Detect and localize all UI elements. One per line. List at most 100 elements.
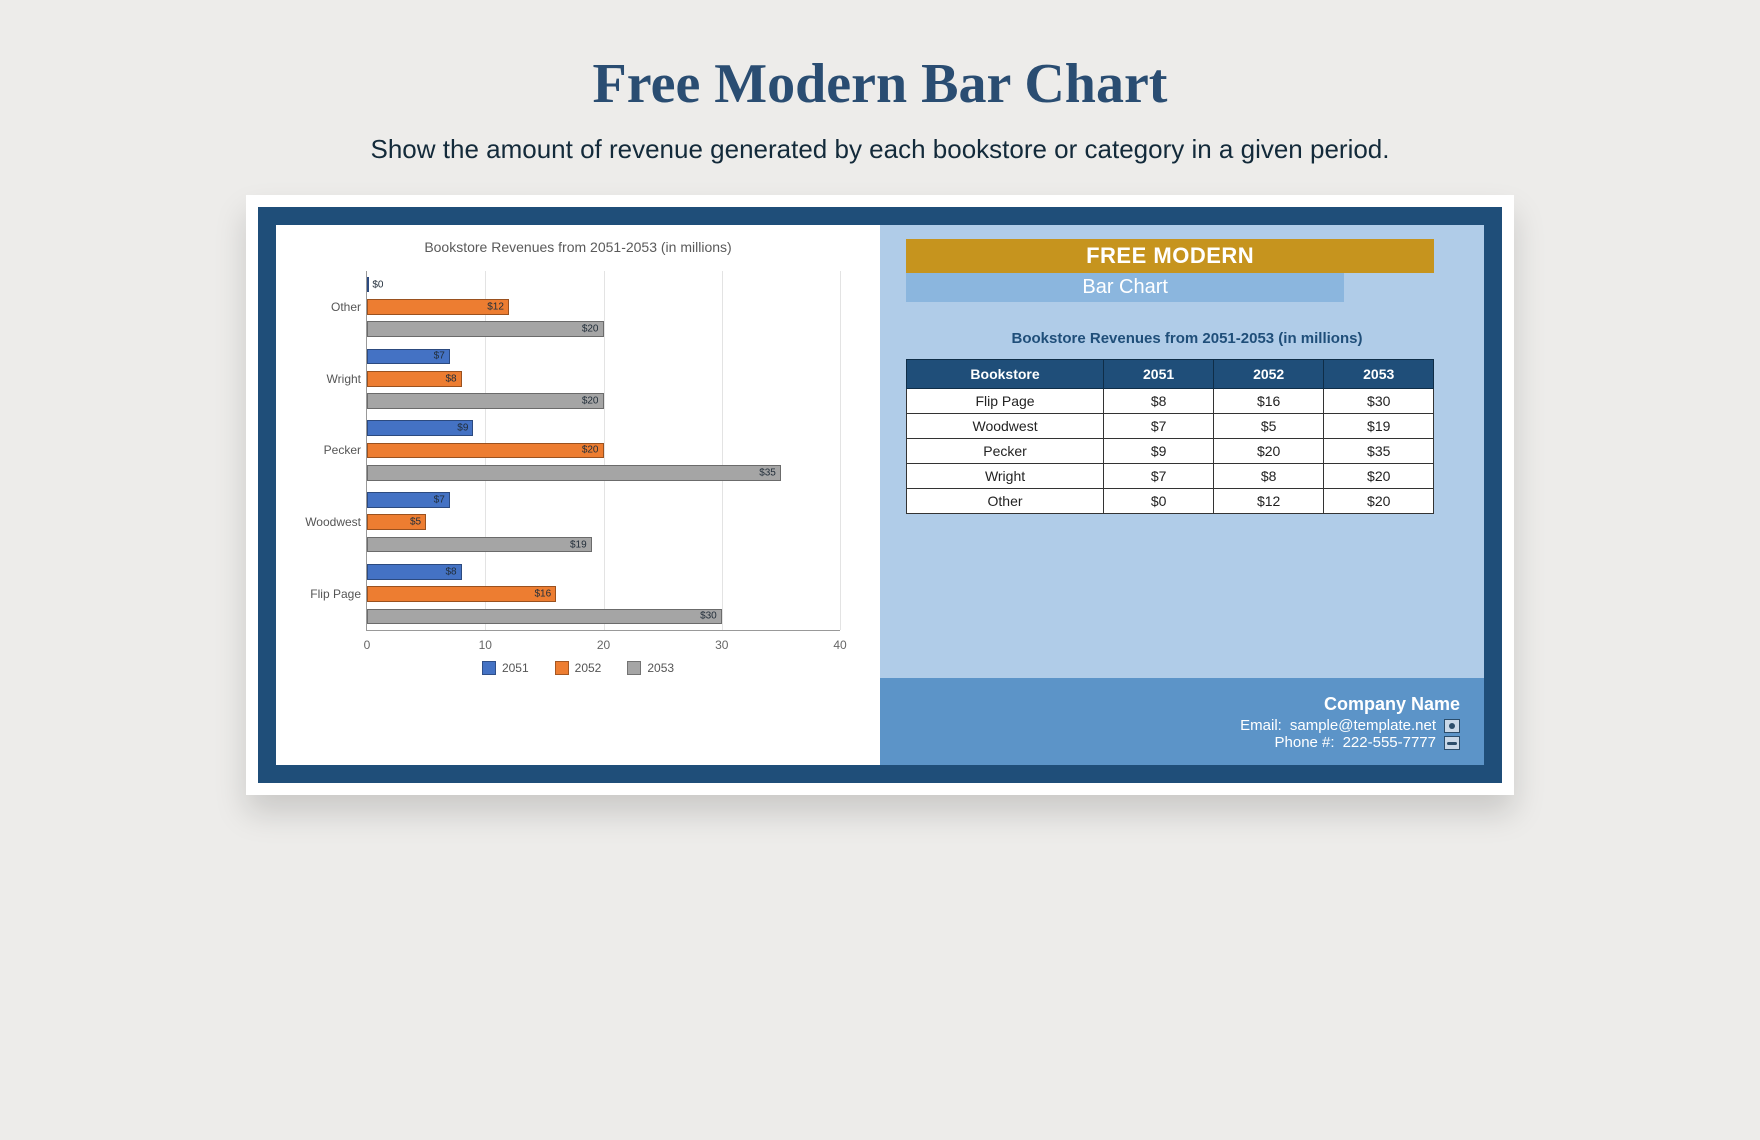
table-cell: $12	[1214, 489, 1324, 514]
bar-wrap: $7	[367, 492, 840, 508]
swatch-2053-icon	[627, 661, 641, 675]
bar: $16	[367, 586, 556, 602]
table-cell: $20	[1324, 464, 1434, 489]
template-card: Bookstore Revenues from 2051-2053 (in mi…	[246, 195, 1514, 795]
bar-value-label: $20	[582, 445, 599, 456]
bar-value-label: $9	[457, 423, 468, 434]
bar-wrap: $19	[367, 537, 840, 553]
table-cell: $16	[1214, 389, 1324, 414]
legend-label: 2051	[502, 661, 529, 675]
title-stripe: FREE MODERN	[906, 239, 1434, 273]
x-tick-label: 0	[364, 638, 371, 652]
bar: $30	[367, 609, 722, 625]
data-table: Bookstore 2051 2052 2053 Flip Page$8$16$…	[906, 359, 1434, 514]
table-cell: $0	[1104, 489, 1214, 514]
table-cell: $19	[1324, 414, 1434, 439]
bar-wrap: $30	[367, 609, 840, 625]
col-bookstore: Bookstore	[907, 360, 1104, 389]
bar-value-label: $19	[570, 539, 587, 550]
bar-wrap: $20	[367, 393, 840, 409]
bar-set: $8 $16 $30	[367, 564, 840, 624]
card-frame: Bookstore Revenues from 2051-2053 (in mi…	[258, 207, 1502, 783]
bar-value-label: $30	[700, 611, 717, 622]
bar: $20	[367, 393, 604, 409]
table-cell: Wright	[907, 464, 1104, 489]
company-name: Company Name	[904, 694, 1460, 715]
table-row: Flip Page$8$16$30	[907, 389, 1434, 414]
chart-panel: Bookstore Revenues from 2051-2053 (in mi…	[276, 225, 880, 765]
y-axis-label: Flip Page	[291, 587, 361, 601]
info-panel: FREE MODERN Bar Chart Bookstore Revenues…	[880, 225, 1484, 765]
table-cell: $20	[1214, 439, 1324, 464]
bar-value-label: $12	[487, 301, 504, 312]
bar: $20	[367, 321, 604, 337]
phone-icon	[1444, 736, 1460, 750]
table-cell: $8	[1214, 464, 1324, 489]
bar-value-label: $0	[372, 279, 383, 290]
bar-wrap: $5	[367, 514, 840, 530]
bar-value-label: $5	[410, 517, 421, 528]
bar-wrap: $20	[367, 443, 840, 459]
table-header-row: Bookstore 2051 2052 2053	[907, 360, 1434, 389]
col-2051: 2051	[1104, 360, 1214, 389]
y-axis-label: Woodwest	[291, 515, 361, 529]
chart-legend: 2051 2052 2053	[286, 661, 870, 675]
contact-block: Company Name Email: sample@template.net …	[880, 678, 1484, 765]
camera-icon	[1444, 719, 1460, 733]
title-stripe-text: FREE MODERN	[1086, 243, 1254, 268]
table-cell: $5	[1214, 414, 1324, 439]
bar-wrap: $9	[367, 420, 840, 436]
swatch-2051-icon	[482, 661, 496, 675]
bar-value-label: $35	[759, 467, 776, 478]
table-cell: $30	[1324, 389, 1434, 414]
phone-line: Phone #: 222-555-7777	[904, 734, 1460, 751]
subtitle-stripe-text: Bar Chart	[1082, 276, 1168, 298]
bar-value-label: $7	[434, 494, 445, 505]
bar-set: $7 $5 $19	[367, 492, 840, 552]
bar: $12	[367, 299, 509, 315]
bar-wrap: $8	[367, 564, 840, 580]
email-value: sample@template.net	[1290, 717, 1436, 734]
table-cell: $8	[1104, 389, 1214, 414]
bar-set: $0 $12 $20	[367, 277, 840, 337]
bar: $20	[367, 443, 604, 459]
col-2053: 2053	[1324, 360, 1434, 389]
page-subtitle: Show the amount of revenue generated by …	[0, 134, 1760, 165]
legend-item-2053: 2053	[627, 661, 674, 675]
chart-title: Bookstore Revenues from 2051-2053 (in mi…	[286, 239, 870, 255]
bar: $9	[367, 420, 473, 436]
bar: $7	[367, 349, 450, 365]
x-tick-label: 30	[715, 638, 728, 652]
bar-value-label: $7	[434, 351, 445, 362]
grid-line	[840, 271, 841, 630]
table-cell: Woodwest	[907, 414, 1104, 439]
bar-set: $7$8 $20	[367, 349, 840, 409]
legend-item-2052: 2052	[555, 661, 602, 675]
table-cell: $7	[1104, 414, 1214, 439]
table-cell: Pecker	[907, 439, 1104, 464]
phone-value: 222-555-7777	[1343, 734, 1436, 751]
bar-set: $9 $20 $35	[367, 420, 840, 480]
category-group: Flip Page$8$16$30	[367, 558, 840, 630]
bar-wrap: $20	[367, 321, 840, 337]
legend-item-2051: 2051	[482, 661, 529, 675]
bar-wrap: $8	[367, 371, 840, 387]
x-tick-label: 20	[597, 638, 610, 652]
table-cell: $7	[1104, 464, 1214, 489]
table-title: Bookstore Revenues from 2051-2053 (in mi…	[906, 330, 1468, 347]
table-row: Other$0$12$20	[907, 489, 1434, 514]
bar: $5	[367, 514, 426, 530]
subtitle-stripe: Bar Chart	[906, 273, 1344, 302]
table-row: Wright$7$8$20	[907, 464, 1434, 489]
bar-wrap: $35	[367, 465, 840, 481]
table-cell: $35	[1324, 439, 1434, 464]
table-cell: $9	[1104, 439, 1214, 464]
bar-wrap: $7	[367, 349, 840, 365]
table-cell: Flip Page	[907, 389, 1104, 414]
bar-value-label: $8	[445, 373, 456, 384]
bar-value-label: $8	[445, 566, 456, 577]
plot-area: 010203040Other$0$12$20Wright$7$8$20Pecke…	[366, 271, 840, 631]
bar-value-label: $20	[582, 396, 599, 407]
bar: $8	[367, 371, 462, 387]
email-label: Email:	[1240, 717, 1282, 734]
